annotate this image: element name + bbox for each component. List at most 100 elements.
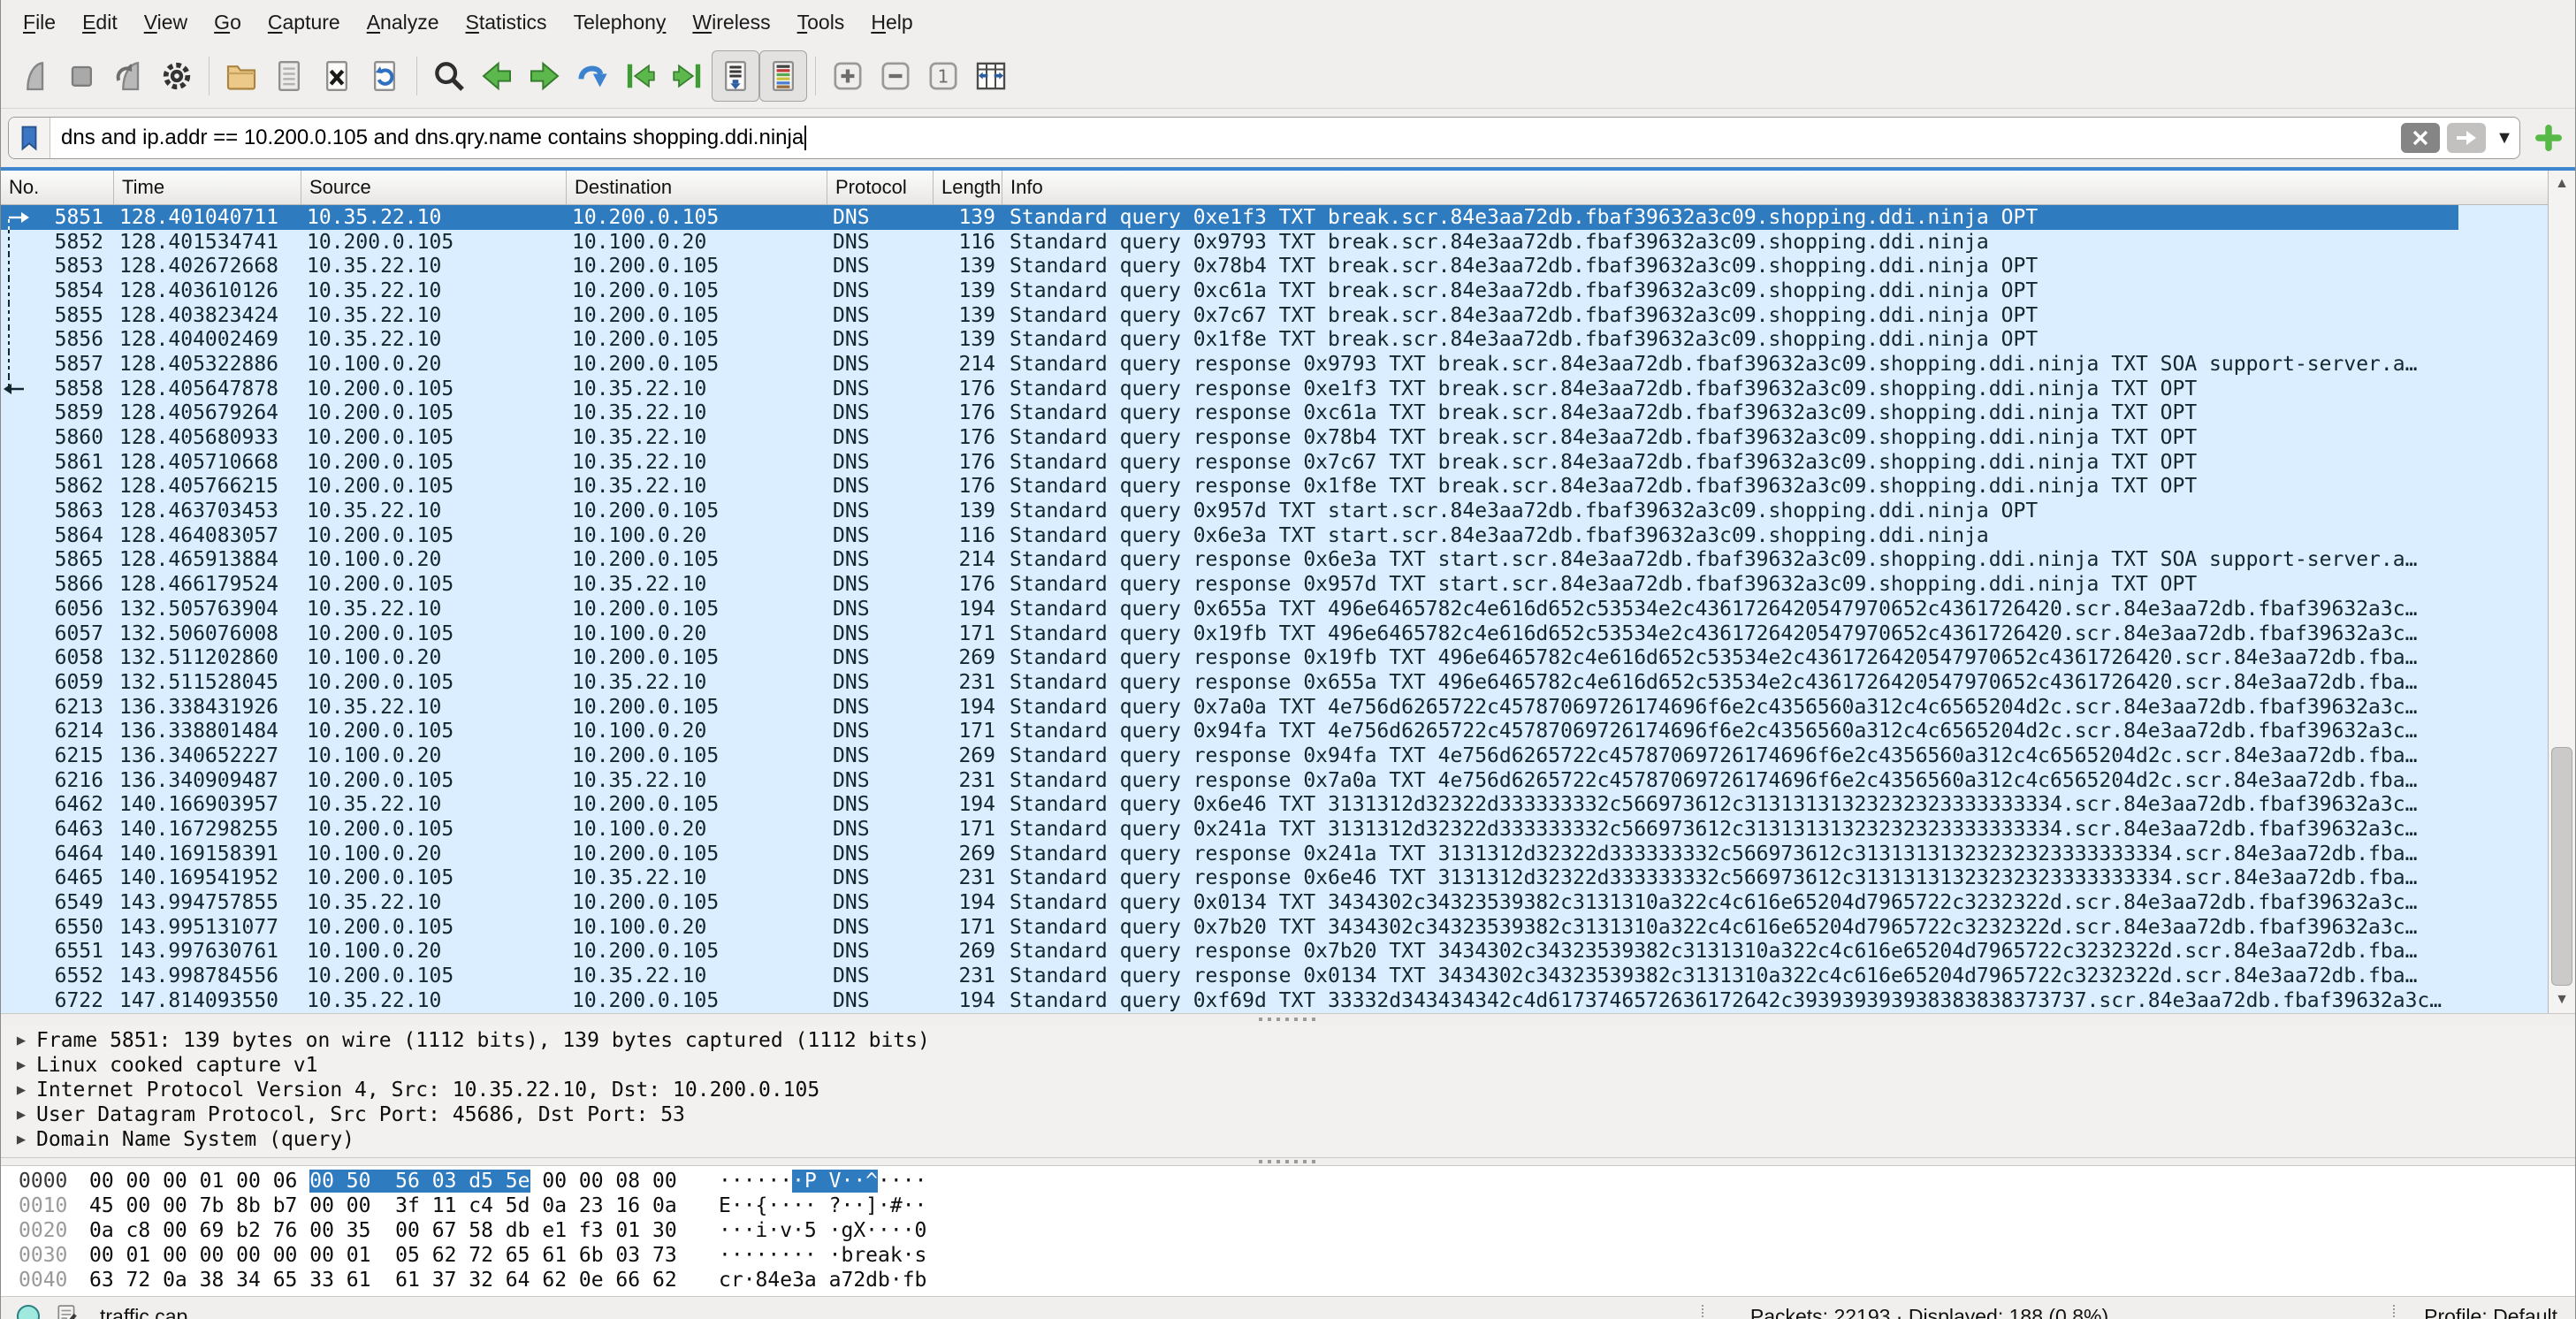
packet-row-5859[interactable]: 5859128.40567926410.200.0.10510.35.22.10…	[1, 401, 2549, 426]
expand-arrow-icon[interactable]: ▶	[6, 1032, 36, 1049]
packet-row-6464[interactable]: 6464140.16915839110.100.0.2010.200.0.105…	[1, 842, 2549, 866]
expand-arrow-icon[interactable]: ▶	[6, 1056, 36, 1074]
column-header-protocol[interactable]: Protocol	[827, 171, 934, 204]
packet-row-6465[interactable]: 6465140.16954195210.200.0.10510.35.22.10…	[1, 866, 2549, 891]
zoom-in-button[interactable]	[824, 50, 872, 102]
packet-row-5860[interactable]: 5860128.40568093310.200.0.10510.35.22.10…	[1, 425, 2549, 450]
packet-row-5853[interactable]: 5853128.40267266810.35.22.1010.200.0.105…	[1, 254, 2549, 278]
expert-info-icon[interactable]	[17, 1305, 40, 1319]
hex-ascii[interactable]: ·······P V··^····	[719, 1170, 926, 1193]
capture-options-button[interactable]	[153, 50, 201, 102]
hex-bytes[interactable]: 45 00 00 7b 8b b7 00 00 3f 11 c4 5d 0a 2…	[89, 1194, 719, 1217]
go-back-button[interactable]	[473, 50, 521, 102]
column-header-info[interactable]: Info	[1002, 171, 2549, 204]
hex-ascii[interactable]: E··{···· ?··]·#··	[719, 1194, 926, 1217]
packet-row-6214[interactable]: 6214136.33880148410.200.0.10510.100.0.20…	[1, 719, 2549, 743]
hex-row-0020[interactable]: 00200a c8 00 69 b2 76 00 35 00 67 58 db …	[1, 1218, 2575, 1243]
menu-telephony[interactable]: Telephony	[560, 5, 680, 40]
menu-help[interactable]: Help	[857, 5, 926, 40]
hex-row-0000[interactable]: 000000 00 00 01 00 06 00 50 56 03 d5 5e …	[1, 1169, 2575, 1193]
stop-capture-button[interactable]	[57, 50, 105, 102]
hex-row-0040[interactable]: 004063 72 0a 38 34 65 33 61 61 37 32 64 …	[1, 1268, 2575, 1292]
detail-row-3[interactable]: ▶User Datagram Protocol, Src Port: 45686…	[6, 1102, 2575, 1127]
auto-scroll-button[interactable]	[712, 50, 759, 102]
packet-row-6550[interactable]: 6550143.99513107710.200.0.10510.100.0.20…	[1, 915, 2549, 940]
capture-annotation-icon[interactable]	[56, 1304, 79, 1319]
menu-analyze[interactable]: Analyze	[354, 5, 453, 40]
hex-ascii[interactable]: cr·84e3a a72db·fb	[719, 1269, 926, 1292]
scroll-down-icon[interactable]: ▼	[2549, 987, 2575, 1013]
packet-row-6216[interactable]: 6216136.34090948710.200.0.10510.35.22.10…	[1, 768, 2549, 793]
packet-row-5855[interactable]: 5855128.40382342410.35.22.1010.200.0.105…	[1, 303, 2549, 328]
menu-capture[interactable]: Capture	[255, 5, 354, 40]
packet-row-6059[interactable]: 6059132.51152804510.200.0.10510.35.22.10…	[1, 670, 2549, 695]
menu-wireless[interactable]: Wireless	[679, 5, 783, 40]
detail-row-1[interactable]: ▶Linux cooked capture v1	[6, 1053, 2575, 1078]
packet-row-6058[interactable]: 6058132.51120286010.100.0.2010.200.0.105…	[1, 645, 2549, 670]
expand-arrow-icon[interactable]: ▶	[6, 1081, 36, 1099]
details-bytes-splitter[interactable]	[1, 1157, 2575, 1166]
save-file-button[interactable]	[265, 50, 313, 102]
packet-row-6552[interactable]: 6552143.99878455610.200.0.10510.35.22.10…	[1, 964, 2549, 988]
hex-bytes[interactable]: 00 01 00 00 00 00 00 01 05 62 72 65 61 6…	[89, 1244, 719, 1267]
packet-row-5861[interactable]: 5861128.40571066810.200.0.10510.35.22.10…	[1, 450, 2549, 475]
packet-row-6462[interactable]: 6462140.16690395710.35.22.1010.200.0.105…	[1, 793, 2549, 818]
find-packet-button[interactable]	[425, 50, 473, 102]
menu-view[interactable]: View	[131, 5, 201, 40]
column-header-source[interactable]: Source	[301, 171, 567, 204]
expand-arrow-icon[interactable]: ▶	[6, 1131, 36, 1148]
capture-file-name[interactable]: traffic.cap	[100, 1305, 187, 1319]
packet-row-5851[interactable]: 5851128.40104071110.35.22.1010.200.0.105…	[1, 205, 2549, 230]
packet-row-5862[interactable]: 5862128.40576621510.200.0.10510.35.22.10…	[1, 475, 2549, 499]
hex-bytes[interactable]: 0a c8 00 69 b2 76 00 35 00 67 58 db e1 f…	[89, 1219, 719, 1242]
bookmark-icon[interactable]	[9, 118, 50, 158]
close-file-button[interactable]	[313, 50, 361, 102]
list-details-splitter[interactable]	[1, 1013, 2575, 1025]
menu-file[interactable]: File	[10, 5, 69, 40]
column-header-time[interactable]: Time	[114, 171, 301, 204]
packet-row-5864[interactable]: 5864128.46408305710.200.0.10510.100.0.20…	[1, 523, 2549, 548]
packet-row-5857[interactable]: 5857128.40532288610.100.0.2010.200.0.105…	[1, 352, 2549, 377]
packet-row-6213[interactable]: 6213136.33843192610.35.22.1010.200.0.105…	[1, 695, 2549, 720]
hex-row-0010[interactable]: 001045 00 00 7b 8b b7 00 00 3f 11 c4 5d …	[1, 1193, 2575, 1218]
resize-columns-button[interactable]	[967, 50, 1015, 102]
packet-row-5865[interactable]: 5865128.46591388410.100.0.2010.200.0.105…	[1, 548, 2549, 573]
open-file-button[interactable]	[217, 50, 265, 102]
packet-row-5852[interactable]: 5852128.40153474110.200.0.10510.100.0.20…	[1, 230, 2549, 255]
start-capture-button[interactable]	[10, 50, 57, 102]
add-filter-button[interactable]	[2529, 118, 2568, 157]
packet-list-scrollbar[interactable]: ▲ ▼	[2548, 171, 2575, 1013]
apply-filter-button[interactable]	[2447, 123, 2486, 153]
go-to-packet-button[interactable]	[568, 50, 616, 102]
detail-row-0[interactable]: ▶Frame 5851: 139 bytes on wire (1112 bit…	[6, 1028, 2575, 1053]
packet-row-5866[interactable]: 5866128.46617952410.200.0.10510.35.22.10…	[1, 572, 2549, 597]
reload-file-button[interactable]	[361, 50, 408, 102]
menu-statistics[interactable]: Statistics	[453, 5, 560, 40]
detail-row-2[interactable]: ▶Internet Protocol Version 4, Src: 10.35…	[6, 1078, 2575, 1102]
packet-row-6551[interactable]: 6551143.99763076110.100.0.2010.200.0.105…	[1, 940, 2549, 964]
menu-go[interactable]: Go	[201, 5, 255, 40]
restart-capture-button[interactable]	[105, 50, 153, 102]
menu-tools[interactable]: Tools	[784, 5, 858, 40]
column-header-length[interactable]: Length	[934, 171, 1002, 204]
packet-row-5863[interactable]: 5863128.46370345310.35.22.1010.200.0.105…	[1, 499, 2549, 523]
filter-dropdown-icon[interactable]: ▼	[2489, 118, 2519, 158]
zoom-out-button[interactable]	[872, 50, 919, 102]
zoom-original-button[interactable]: 1	[919, 50, 967, 102]
go-forward-button[interactable]	[521, 50, 568, 102]
menu-edit[interactable]: Edit	[69, 5, 131, 40]
go-last-packet-button[interactable]	[664, 50, 712, 102]
packet-row-6463[interactable]: 6463140.16729825510.200.0.10510.100.0.20…	[1, 817, 2549, 842]
hex-bytes[interactable]: 63 72 0a 38 34 65 33 61 61 37 32 64 62 0…	[89, 1269, 719, 1292]
column-header-destination[interactable]: Destination	[567, 171, 827, 204]
scroll-up-icon[interactable]: ▲	[2549, 171, 2575, 197]
detail-row-4[interactable]: ▶Domain Name System (query)	[6, 1127, 2575, 1152]
packet-row-5856[interactable]: 5856128.40400246910.35.22.1010.200.0.105…	[1, 327, 2549, 352]
packet-row-6722[interactable]: 6722147.81409355010.35.22.1010.200.0.105…	[1, 988, 2549, 1013]
packet-row-5854[interactable]: 5854128.40361012610.35.22.1010.200.0.105…	[1, 278, 2549, 303]
scrollbar-thumb[interactable]	[2551, 747, 2572, 986]
go-first-packet-button[interactable]	[616, 50, 664, 102]
colorize-packets-button[interactable]	[759, 50, 807, 102]
hex-ascii[interactable]: ···i·v·5 ·gX····0	[719, 1219, 926, 1242]
packet-row-6057[interactable]: 6057132.50607600810.200.0.10510.100.0.20…	[1, 621, 2549, 646]
